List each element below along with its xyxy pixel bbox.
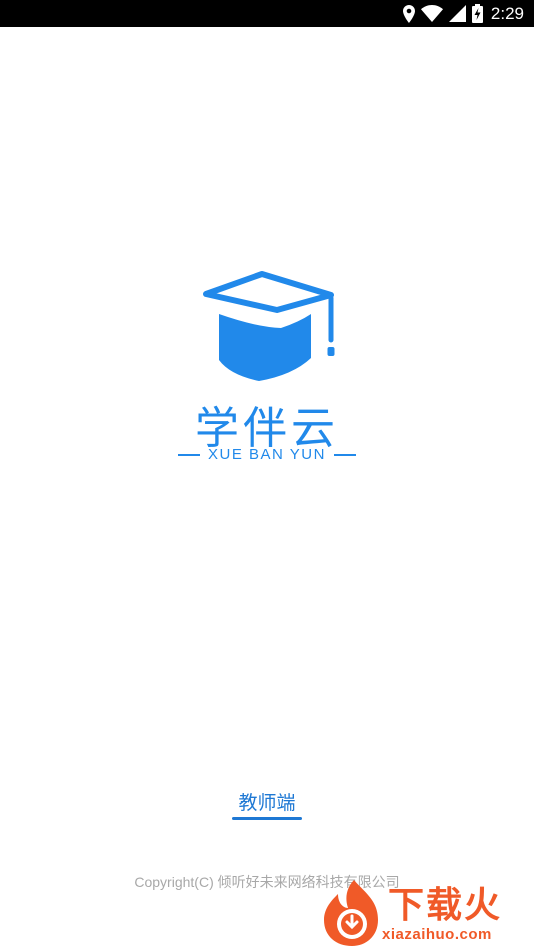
battery-charging-icon <box>471 4 483 23</box>
divider-left <box>178 453 201 456</box>
status-icons: 2:29 <box>402 3 524 24</box>
watermark-url: xiazaihuo.com <box>382 926 492 943</box>
location-icon <box>402 4 415 23</box>
status-time: 2:29 <box>490 3 524 23</box>
flame-logo-icon <box>324 880 378 946</box>
app-name-pinyin: XUE BAN YUN <box>208 446 326 463</box>
watermark: 下载火 xiazaihuo.com <box>318 876 532 948</box>
divider-right <box>333 453 356 456</box>
signal-icon <box>448 5 466 22</box>
status-bar: 2:29 <box>0 0 534 27</box>
teacher-role-tab[interactable]: 教师端 <box>0 788 534 815</box>
wifi-icon <box>420 5 443 22</box>
role-tab-indicator <box>232 817 302 820</box>
app-name-pinyin-row: XUE BAN YUN <box>0 446 534 463</box>
watermark-text: 下载火 <box>388 885 503 926</box>
